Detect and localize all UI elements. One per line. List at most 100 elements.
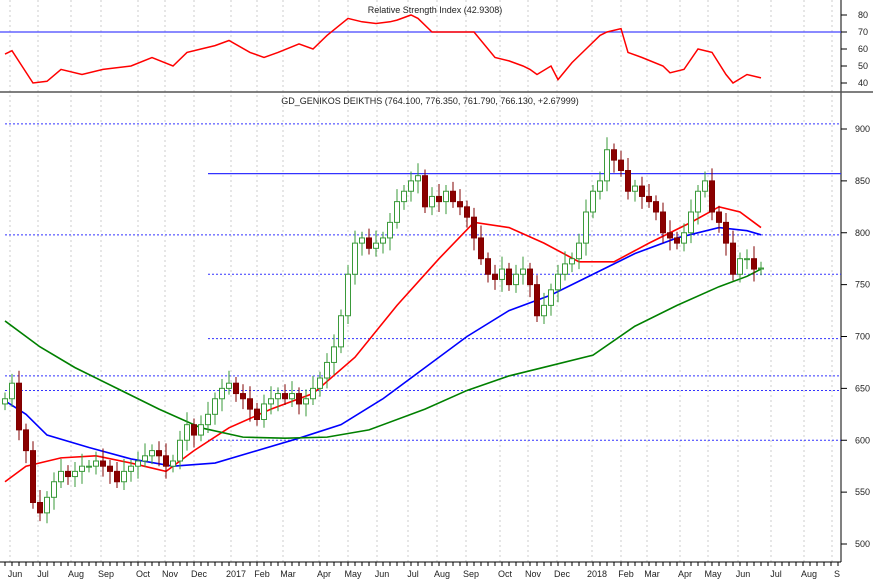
candle: [408, 171, 414, 202]
candle: [366, 228, 372, 255]
candle-body: [114, 470, 120, 483]
candle: [233, 376, 239, 402]
x-tick-label: Sep: [98, 569, 114, 579]
x-tick-label: Feb: [254, 569, 270, 579]
candle-body: [72, 470, 78, 478]
candle-body: [520, 268, 526, 275]
candle: [338, 309, 344, 354]
x-tick-label: 2018: [587, 569, 607, 579]
candle: [534, 275, 540, 322]
x-tick-label: May: [344, 569, 362, 579]
x-tick-label: Apr: [678, 569, 692, 579]
rsi-tick-label: 80: [858, 10, 868, 20]
candle-body: [65, 470, 71, 478]
candle-body: [751, 258, 757, 270]
candle-body: [261, 403, 267, 420]
price-tick-label: 500: [855, 539, 870, 549]
rsi-tick-label: 60: [858, 44, 868, 54]
candle-body: [380, 237, 386, 244]
candle: [289, 381, 295, 408]
candle-body: [758, 267, 764, 270]
candle-body: [702, 180, 708, 192]
candle-body: [457, 201, 463, 208]
candle: [471, 207, 477, 251]
candle: [429, 187, 435, 216]
x-tick-label: Aug: [801, 569, 817, 579]
candle-body: [296, 393, 302, 405]
candle-body: [716, 211, 722, 223]
candle-body: [695, 190, 701, 213]
candle-body: [282, 393, 288, 400]
price-tick-label: 900: [855, 124, 870, 134]
candle: [107, 459, 113, 484]
candle-body: [492, 273, 498, 280]
candle-body: [408, 180, 414, 192]
candle: [191, 418, 197, 448]
candle: [79, 453, 85, 484]
candle: [30, 441, 36, 509]
candle-body: [583, 211, 589, 244]
price-tick-label: 850: [855, 176, 870, 186]
candle-body: [569, 258, 575, 265]
candle: [100, 448, 106, 477]
candle-body: [9, 382, 15, 400]
candle-body: [44, 496, 50, 514]
x-tick-label: Jul: [770, 569, 782, 579]
candle: [247, 386, 253, 422]
candle-body: [513, 273, 519, 286]
candle: [751, 246, 757, 282]
candle: [590, 185, 596, 219]
candle-body: [429, 195, 435, 208]
candle-body: [240, 393, 246, 400]
candle-body: [555, 273, 561, 291]
candle-body: [247, 398, 253, 410]
candle: [65, 465, 71, 485]
candle-body: [107, 465, 113, 472]
candle-body: [142, 455, 148, 462]
candle: [16, 370, 22, 441]
candle-body: [86, 465, 92, 468]
candle-body: [632, 185, 638, 192]
candle: [618, 150, 624, 177]
candle: [688, 199, 694, 244]
candle-body: [198, 424, 204, 436]
candle: [23, 423, 29, 464]
candle: [254, 402, 260, 426]
candle-body: [100, 460, 106, 467]
candle: [597, 171, 603, 200]
candle: [513, 264, 519, 293]
candle: [478, 225, 484, 265]
price-tick-label: 700: [855, 332, 870, 342]
candle: [520, 256, 526, 285]
candle-body: [394, 201, 400, 223]
candle: [583, 199, 589, 256]
candle-body: [373, 242, 379, 249]
x-tick-label: Oct: [498, 569, 513, 579]
candle: [44, 491, 50, 524]
candle-body: [646, 195, 652, 203]
x-tick-label: Nov: [525, 569, 542, 579]
candle-body: [674, 237, 680, 244]
candle-body: [177, 439, 183, 462]
candle: [611, 143, 617, 173]
x-tick-label: Aug: [68, 569, 84, 579]
candle-body: [317, 377, 323, 389]
candle-body: [268, 398, 274, 405]
candle-body: [170, 460, 176, 467]
candle-body: [590, 190, 596, 213]
candle: [170, 454, 176, 473]
candle: [604, 137, 610, 192]
candle-body: [23, 429, 29, 452]
price-tick-label: 600: [855, 435, 870, 445]
candle-body: [331, 346, 337, 363]
candle: [695, 185, 701, 225]
candle-body: [212, 398, 218, 415]
candle-body: [128, 465, 134, 472]
candle-body: [443, 190, 449, 203]
candle-body: [352, 242, 358, 275]
candle: [415, 163, 421, 194]
candle-body: [324, 361, 330, 379]
candle: [632, 179, 638, 202]
candle-body: [618, 159, 624, 171]
candle-body: [303, 398, 309, 405]
